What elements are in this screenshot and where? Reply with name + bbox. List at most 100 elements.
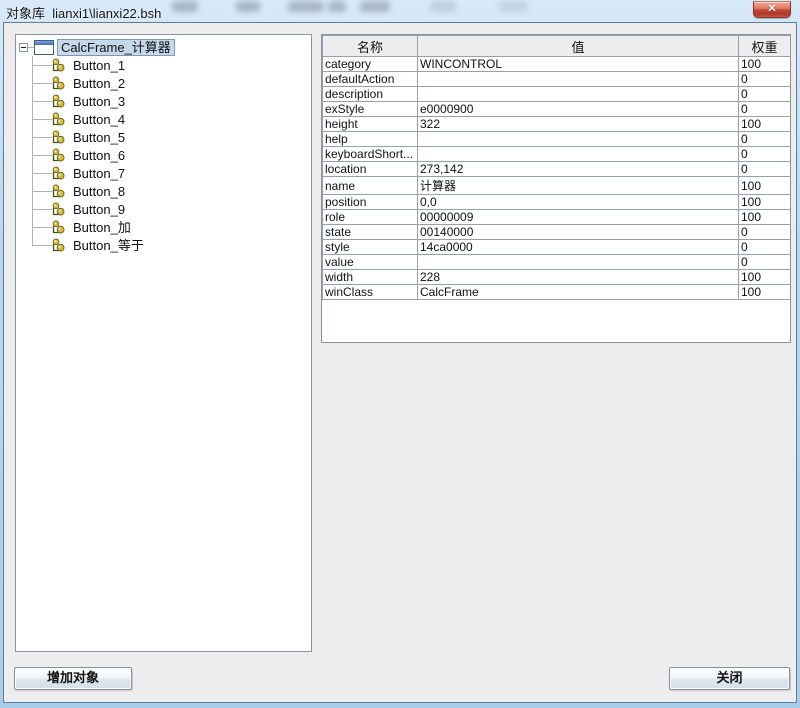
prop-value-cell[interactable]: 228: [418, 270, 739, 285]
tree-connector-stub: [32, 191, 52, 192]
close-button[interactable]: ✕: [753, 1, 791, 18]
prop-name-cell[interactable]: role: [323, 210, 418, 225]
prop-weight-cell[interactable]: 100: [739, 117, 791, 132]
prop-value-cell[interactable]: CalcFrame: [418, 285, 739, 300]
tree-item-button-3[interactable]: Button_3: [16, 92, 311, 110]
prop-name-cell[interactable]: category: [323, 57, 418, 72]
prop-weight-cell[interactable]: 100: [739, 210, 791, 225]
collapse-expander-icon[interactable]: [19, 43, 28, 52]
object-tree-panel[interactable]: CalcFrame_计算器 Button_1 Button_2 Button_3: [15, 34, 312, 652]
prop-name-cell[interactable]: style: [323, 240, 418, 255]
prop-value-cell[interactable]: 00140000: [418, 225, 739, 240]
close-dialog-button[interactable]: 关闭: [669, 667, 790, 690]
tree-item-button-4[interactable]: Button_4: [16, 110, 311, 128]
prop-name-cell[interactable]: name: [323, 177, 418, 195]
object-icon: [52, 202, 65, 216]
property-table-panel[interactable]: 名称 值 权重 categoryWINCONTROL100 defaultAct…: [321, 34, 791, 343]
tree-connector-stub: [32, 173, 52, 174]
tree-item-label: Button_8: [71, 184, 127, 199]
prop-value-cell[interactable]: 0,0: [418, 195, 739, 210]
prop-name-cell[interactable]: value: [323, 255, 418, 270]
prop-name-cell[interactable]: width: [323, 270, 418, 285]
table-row: height322100: [323, 117, 791, 132]
prop-weight-cell[interactable]: 0: [739, 147, 791, 162]
titlebar-artifact: [498, 1, 528, 12]
tree-item-button-5[interactable]: Button_5: [16, 128, 311, 146]
prop-weight-cell[interactable]: 0: [739, 72, 791, 87]
close-icon: ✕: [767, 3, 776, 15]
prop-value-cell[interactable]: [418, 255, 739, 270]
prop-weight-cell[interactable]: 100: [739, 285, 791, 300]
property-table: 名称 值 权重 categoryWINCONTROL100 defaultAct…: [322, 35, 791, 300]
table-row: position0,0100: [323, 195, 791, 210]
prop-name-cell[interactable]: description: [323, 87, 418, 102]
prop-name-cell[interactable]: keyboardShort...: [323, 147, 418, 162]
prop-value-cell[interactable]: [418, 72, 739, 87]
tree-item-button-9[interactable]: Button_9: [16, 200, 311, 218]
column-header-weight[interactable]: 权重: [739, 36, 791, 57]
prop-weight-cell[interactable]: 0: [739, 87, 791, 102]
window-frame-icon: [34, 40, 54, 55]
prop-value-cell[interactable]: e0000900: [418, 102, 739, 117]
window-title: 对象库 lianxi1\lianxi22.bsh: [6, 3, 161, 22]
titlebar-artifact: [430, 1, 456, 12]
tree-item-label: Button_等于: [71, 238, 146, 253]
prop-name-cell[interactable]: location: [323, 162, 418, 177]
column-header-name[interactable]: 名称: [323, 36, 418, 57]
prop-name-cell[interactable]: defaultAction: [323, 72, 418, 87]
table-row: exStylee00009000: [323, 102, 791, 117]
tree-connector-stub: [32, 155, 52, 156]
tree-item-button-7[interactable]: Button_7: [16, 164, 311, 182]
prop-weight-cell[interactable]: 0: [739, 162, 791, 177]
prop-value-cell[interactable]: [418, 87, 739, 102]
tree-item-button-equals[interactable]: Button_等于: [16, 236, 311, 254]
object-icon: [52, 112, 65, 126]
prop-name-cell[interactable]: position: [323, 195, 418, 210]
prop-value-cell[interactable]: 322: [418, 117, 739, 132]
prop-name-cell[interactable]: help: [323, 132, 418, 147]
tree-root-node[interactable]: CalcFrame_计算器: [16, 38, 311, 56]
prop-weight-cell[interactable]: 100: [739, 195, 791, 210]
prop-weight-cell[interactable]: 0: [739, 132, 791, 147]
tree-connector-stub: [32, 227, 52, 228]
add-object-button[interactable]: 增加对象: [14, 667, 132, 690]
prop-weight-cell[interactable]: 0: [739, 102, 791, 117]
prop-weight-cell[interactable]: 100: [739, 270, 791, 285]
tree-root-label[interactable]: CalcFrame_计算器: [57, 39, 175, 56]
prop-value-cell[interactable]: [418, 147, 739, 162]
tree-item-label: Button_4: [71, 112, 127, 127]
prop-value-cell[interactable]: 14ca0000: [418, 240, 739, 255]
tree-item-button-plus[interactable]: Button_加: [16, 218, 311, 236]
object-icon: [52, 94, 65, 108]
object-icon: [52, 166, 65, 180]
table-row: width228100: [323, 270, 791, 285]
tree-item-button-1[interactable]: Button_1: [16, 56, 311, 74]
object-icon: [52, 184, 65, 198]
prop-value-cell[interactable]: 273,142: [418, 162, 739, 177]
prop-weight-cell[interactable]: 100: [739, 57, 791, 72]
column-header-value[interactable]: 值: [418, 36, 739, 57]
object-tree: CalcFrame_计算器 Button_1 Button_2 Button_3: [16, 35, 311, 254]
prop-value-cell[interactable]: 00000009: [418, 210, 739, 225]
prop-value-cell[interactable]: [418, 132, 739, 147]
prop-weight-cell[interactable]: 0: [739, 240, 791, 255]
prop-value-cell[interactable]: 计算器: [418, 177, 739, 195]
prop-name-cell[interactable]: exStyle: [323, 102, 418, 117]
tree-connector-stub: [32, 65, 52, 66]
prop-name-cell[interactable]: winClass: [323, 285, 418, 300]
tree-item-button-2[interactable]: Button_2: [16, 74, 311, 92]
prop-name-cell[interactable]: height: [323, 117, 418, 132]
prop-weight-cell[interactable]: 100: [739, 177, 791, 195]
prop-value-cell[interactable]: WINCONTROL: [418, 57, 739, 72]
tree-connector-line: [32, 56, 33, 245]
table-row: style14ca00000: [323, 240, 791, 255]
tree-item-button-8[interactable]: Button_8: [16, 182, 311, 200]
prop-name-cell[interactable]: state: [323, 225, 418, 240]
prop-weight-cell[interactable]: 0: [739, 255, 791, 270]
titlebar-artifact: [360, 1, 390, 12]
tree-item-label: Button_3: [71, 94, 127, 109]
tree-item-button-6[interactable]: Button_6: [16, 146, 311, 164]
table-header-row: 名称 值 权重: [323, 36, 791, 57]
titlebar[interactable]: 对象库 lianxi1\lianxi22.bsh ✕: [0, 0, 800, 22]
prop-weight-cell[interactable]: 0: [739, 225, 791, 240]
